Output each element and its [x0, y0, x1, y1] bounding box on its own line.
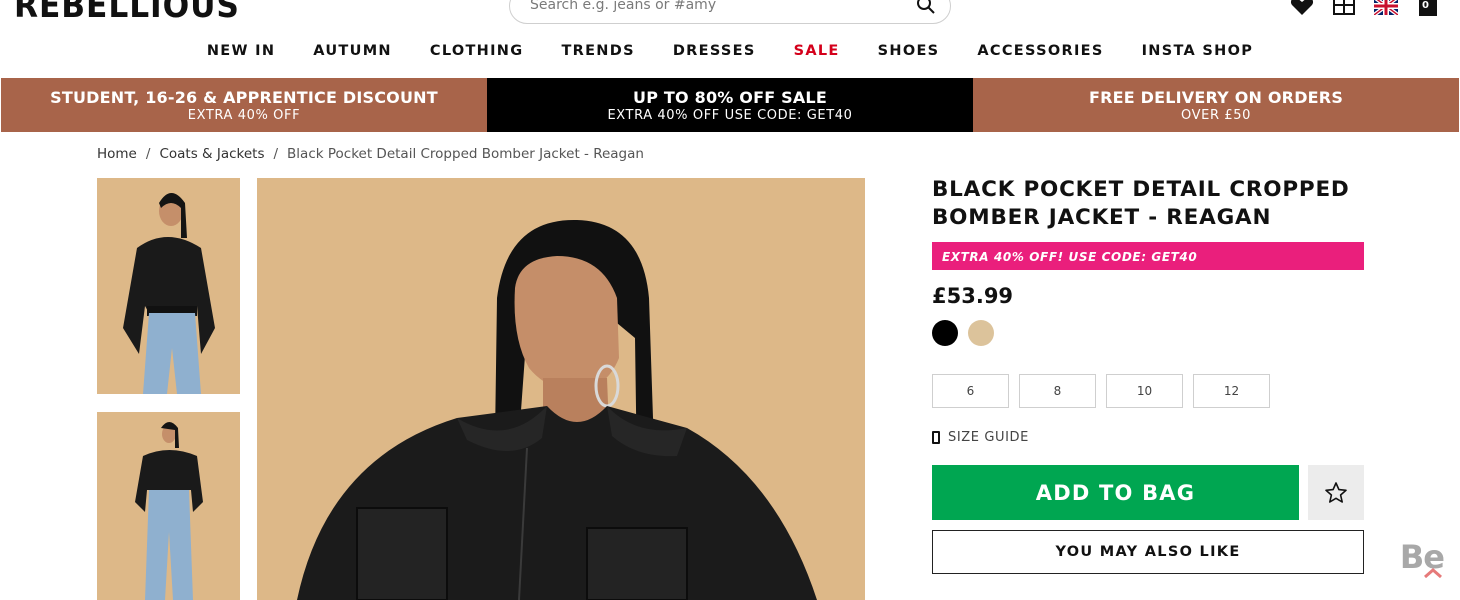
nav-accessories[interactable]: ACCESSORIES [958, 43, 1122, 59]
account-icon[interactable] [1332, 0, 1356, 16]
site-header: REBELLIOUS 0 NEW IN AUTUMN CLOTHING TREN… [0, 0, 1460, 78]
breadcrumb-current: Black Pocket Detail Cropped Bomber Jacke… [287, 146, 644, 162]
nav-autumn[interactable]: AUTUMN [294, 43, 411, 59]
size-option[interactable]: 10 [1106, 374, 1183, 408]
product-title: BLACK POCKET DETAIL CROPPED BOMBER JACKE… [932, 176, 1364, 232]
promo-sale[interactable]: UP TO 80% OFF SALE EXTRA 40% OFF USE COD… [487, 78, 973, 132]
uk-flag-icon[interactable] [1374, 0, 1398, 16]
size-option[interactable]: 12 [1193, 374, 1270, 408]
promo-free-delivery[interactable]: FREE DELIVERY ON ORDERS OVER £50 [973, 78, 1459, 132]
promo-subtitle: EXTRA 40% OFF [187, 107, 301, 123]
promo-title: STUDENT, 16-26 & APPRENTICE DISCOUNT [50, 87, 438, 107]
cart-actions: ADD TO BAG [932, 465, 1364, 520]
site-logo[interactable]: REBELLIOUS [14, 0, 240, 26]
size-guide-link[interactable]: SIZE GUIDE [932, 430, 1364, 445]
model-photo-image [257, 178, 865, 600]
ruler-icon [932, 431, 940, 444]
size-option[interactable]: 8 [1019, 374, 1096, 408]
bag-icon[interactable]: 0 [1416, 0, 1440, 16]
promo-student-discount[interactable]: STUDENT, 16-26 & APPRENTICE DISCOUNT EXT… [1, 78, 487, 132]
main-nav: NEW IN AUTUMN CLOTHING TRENDS DRESSES SA… [0, 43, 1460, 59]
bag-count: 0 [1422, 0, 1429, 11]
search-input[interactable] [530, 0, 890, 13]
search-bar[interactable] [509, 0, 951, 24]
breadcrumb-category[interactable]: Coats & Jackets [159, 146, 264, 162]
promo-subtitle: OVER £50 [1181, 107, 1251, 123]
product-title-line-1: BLACK POCKET DETAIL CROPPED [932, 177, 1350, 202]
promo-bar: STUDENT, 16-26 & APPRENTICE DISCOUNT EXT… [1, 78, 1459, 132]
product-info: BLACK POCKET DETAIL CROPPED BOMBER JACKE… [932, 176, 1364, 574]
nav-trends[interactable]: TRENDS [542, 43, 653, 59]
color-swatches [932, 320, 1364, 346]
nav-new-in[interactable]: NEW IN [188, 43, 294, 59]
nav-shoes[interactable]: SHOES [859, 43, 959, 59]
breadcrumb-home[interactable]: Home [97, 146, 137, 162]
product-price: £53.99 [932, 284, 1014, 308]
discount-code-banner: EXTRA 40% OFF! USE CODE: GET40 [932, 242, 1364, 270]
nav-insta-shop[interactable]: INSTA SHOP [1123, 43, 1273, 59]
model-photo-image [97, 178, 240, 394]
promo-title: FREE DELIVERY ON ORDERS [1088, 87, 1344, 107]
nav-clothing[interactable]: CLOTHING [411, 43, 543, 59]
nav-sale[interactable]: SALE [775, 43, 859, 59]
product-title-line-2: BOMBER JACKET - REAGAN [932, 205, 1272, 230]
breadcrumb-separator: / [273, 146, 279, 162]
product-main-image[interactable] [257, 178, 865, 600]
size-selector: 6 8 10 12 [932, 374, 1364, 408]
wishlist-heart-icon[interactable] [1290, 0, 1314, 16]
product-thumbnail-2[interactable] [97, 412, 240, 600]
wishlist-button[interactable] [1308, 465, 1364, 520]
size-guide-label: SIZE GUIDE [948, 430, 1029, 445]
swatch-black[interactable] [932, 320, 958, 346]
promo-title: UP TO 80% OFF SALE [633, 87, 827, 107]
promo-subtitle: EXTRA 40% OFF USE CODE: GET40 [607, 107, 853, 123]
swatch-stone[interactable] [968, 320, 994, 346]
header-icons: 0 [1290, 0, 1440, 16]
breadcrumb: Home / Coats & Jackets / Black Pocket De… [97, 146, 644, 162]
chevron-up-icon [1424, 568, 1442, 578]
add-to-bag-button[interactable]: ADD TO BAG [932, 465, 1299, 520]
search-icon[interactable] [916, 0, 936, 15]
star-icon [1325, 481, 1347, 503]
behance-watermark: Be [1400, 538, 1445, 578]
model-photo-image [97, 412, 240, 600]
breadcrumb-separator: / [145, 146, 151, 162]
product-thumbnail-1[interactable] [97, 178, 240, 394]
size-option[interactable]: 6 [932, 374, 1009, 408]
you-may-also-like-button[interactable]: YOU MAY ALSO LIKE [932, 530, 1364, 574]
nav-dresses[interactable]: DRESSES [654, 43, 775, 59]
